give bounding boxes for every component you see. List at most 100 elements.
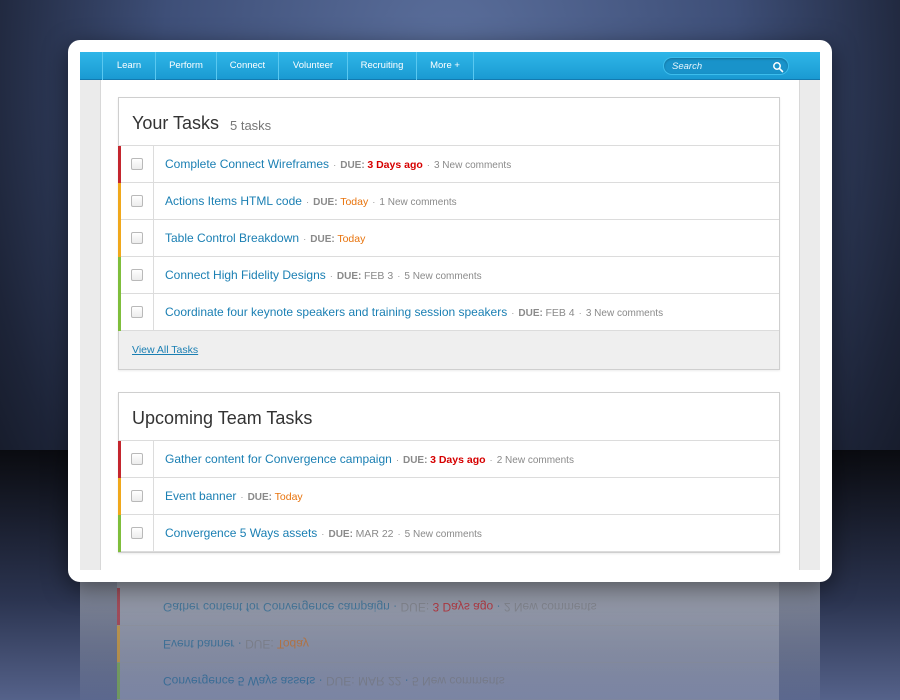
due-date: Today	[274, 491, 303, 503]
nav-item-volunteer[interactable]: Volunteer	[279, 52, 348, 80]
reflection-content: Convergence 5 Ways assets · DUE: MAR 22 …	[117, 582, 779, 700]
comments-count[interactable]: 5 New comments	[405, 529, 482, 540]
task-checkbox[interactable]	[131, 269, 143, 281]
main-content: Your Tasks 5 tasks Complete Connect Wire…	[100, 80, 800, 570]
search-input[interactable]	[672, 59, 768, 74]
task-checkbox[interactable]	[131, 490, 143, 502]
separator-dot: ·	[578, 308, 582, 319]
checkbox-cell	[119, 257, 154, 294]
checkbox-cell	[119, 183, 154, 220]
due-label: DUE:	[310, 234, 335, 245]
reflection-priority-bar	[117, 588, 120, 625]
checkbox-cell	[119, 146, 154, 183]
checkbox-cell	[119, 515, 154, 552]
reflection-row: Gather content for Convergence campaign …	[117, 588, 779, 626]
task-checkbox[interactable]	[131, 527, 143, 539]
task-line: Connect High Fidelity Designs · DUE: FEB 3…	[165, 268, 482, 282]
due-label: DUE:	[313, 197, 338, 208]
reflection-row: Event banner · DUE: Today	[117, 625, 779, 663]
task-row: Complete Connect Wireframes · DUE: 3 Days …	[118, 146, 779, 183]
reflection-text: Convergence 5 Ways assets · DUE: MAR 22 …	[163, 674, 505, 688]
task-row: Convergence 5 Ways assets · DUE: MAR 22 · 5 …	[118, 515, 779, 552]
your-tasks-list: Complete Connect Wireframes · DUE: 3 Days …	[118, 146, 779, 331]
due-label: DUE:	[518, 308, 543, 319]
due-label: DUE:	[336, 271, 362, 282]
task-title-link[interactable]: Actions Items HTML code	[165, 194, 302, 208]
team-tasks-list: Gather content for Convergence campaign ·…	[118, 441, 779, 552]
due-date: FEB 3	[364, 270, 394, 282]
due-label: DUE:	[340, 160, 365, 171]
task-line: Complete Connect Wireframes · DUE: 3 Days …	[165, 157, 511, 171]
app-screen: Learn Perform Connect Volunteer Recruiti…	[80, 52, 820, 570]
due-date: 3 Days ago	[430, 454, 486, 466]
separator-dot: ·	[333, 160, 337, 171]
comments-count[interactable]: 5 New comments	[404, 271, 481, 282]
task-line: Actions Items HTML code · DUE: Today · 1 New…	[165, 194, 457, 208]
checkbox-cell	[119, 441, 154, 478]
task-title-link[interactable]: Convergence 5 Ways assets	[165, 526, 317, 540]
team-tasks-panel: Upcoming Team Tasks Gather content for C…	[118, 392, 780, 553]
due-label: DUE:	[402, 455, 428, 466]
reflection-due-label: DUE:	[325, 674, 355, 688]
nav-item-learn[interactable]: Learn	[103, 52, 156, 80]
reflection-comments: 5 New comments	[412, 674, 505, 688]
separator-dot: ·	[240, 492, 244, 503]
task-title-link[interactable]: Table Control Breakdown	[165, 231, 299, 245]
separator-dot: ·	[397, 529, 401, 540]
task-count: 5 tasks	[230, 118, 272, 133]
nav-item-more[interactable]: More +	[417, 52, 474, 80]
separator-dot: ·	[511, 308, 515, 319]
comments-count[interactable]: 3 New comments	[586, 308, 663, 319]
separator-dot: ·	[489, 455, 493, 466]
top-navbar: Learn Perform Connect Volunteer Recruiti…	[80, 52, 820, 80]
search-box[interactable]	[663, 57, 789, 75]
checkbox-cell	[119, 478, 154, 515]
view-all-tasks-link[interactable]: View All Tasks	[132, 344, 198, 356]
separator-dot: ·	[397, 271, 401, 282]
separator-dot: ·	[372, 197, 376, 208]
task-title-link[interactable]: Coordinate four keynote speakers and tra…	[165, 305, 507, 319]
task-title-link[interactable]: Connect High Fidelity Designs	[165, 268, 326, 282]
comments-count[interactable]: 2 New comments	[497, 455, 574, 466]
task-row: Connect High Fidelity Designs · DUE: FEB 3…	[118, 257, 779, 294]
comments-count[interactable]: 3 New comments	[434, 160, 511, 171]
search-icon[interactable]	[772, 61, 784, 73]
task-line: Coordinate four keynote speakers and tra…	[165, 305, 663, 319]
reflection-due-label: DUE:	[245, 637, 274, 651]
separator-dot: ·	[321, 529, 325, 540]
nav-item-recruiting[interactable]: Recruiting	[348, 52, 417, 80]
task-line: Gather content for Convergence campaign ·…	[165, 452, 574, 466]
comments-count[interactable]: 1 New comments	[379, 197, 456, 208]
task-row: Actions Items HTML code · DUE: Today · 1 New…	[118, 183, 779, 220]
separator-dot: ·	[305, 197, 310, 208]
task-checkbox[interactable]	[131, 158, 143, 170]
task-checkbox[interactable]	[131, 232, 143, 244]
due-date: Today	[340, 196, 369, 208]
task-checkbox[interactable]	[131, 306, 143, 318]
reflection-row: Convergence 5 Ways assets · DUE: MAR 22 …	[117, 662, 779, 700]
task-line: Table Control Breakdown · DUE: Today	[165, 231, 365, 245]
reflection-title: Event banner	[163, 637, 235, 651]
screen-reflection: Convergence 5 Ways assets · DUE: MAR 22 …	[80, 582, 820, 700]
nav-item-perform[interactable]: Perform	[156, 52, 217, 80]
task-title-link[interactable]: Complete Connect Wireframes	[165, 157, 329, 171]
nav-item-connect[interactable]: Connect	[217, 52, 279, 80]
due-date: 3 Days ago	[367, 159, 423, 171]
task-checkbox[interactable]	[131, 453, 143, 465]
task-line: Convergence 5 Ways assets · DUE: MAR 22 · 5 …	[165, 526, 482, 540]
reflection-title: Convergence 5 Ways assets	[163, 674, 316, 688]
reflection-due-date: Today	[276, 637, 309, 651]
task-checkbox[interactable]	[131, 195, 143, 207]
reflection-due-label: DUE:	[400, 600, 430, 614]
separator-dot: ·	[303, 234, 307, 245]
checkbox-cell	[119, 294, 154, 331]
reflection-comments: 2 New comments	[503, 600, 597, 614]
reflection-priority-bar	[117, 625, 120, 662]
separator-dot: ·	[426, 160, 430, 171]
separator-dot: ·	[395, 455, 399, 466]
task-title-link[interactable]: Event banner	[165, 489, 236, 503]
reflection-due-date: 3 Days ago	[432, 600, 494, 614]
due-date: MAR 22	[355, 528, 394, 540]
team-tasks-header: Upcoming Team Tasks	[119, 393, 779, 441]
task-title-link[interactable]: Gather content for Convergence campaign	[165, 452, 392, 466]
